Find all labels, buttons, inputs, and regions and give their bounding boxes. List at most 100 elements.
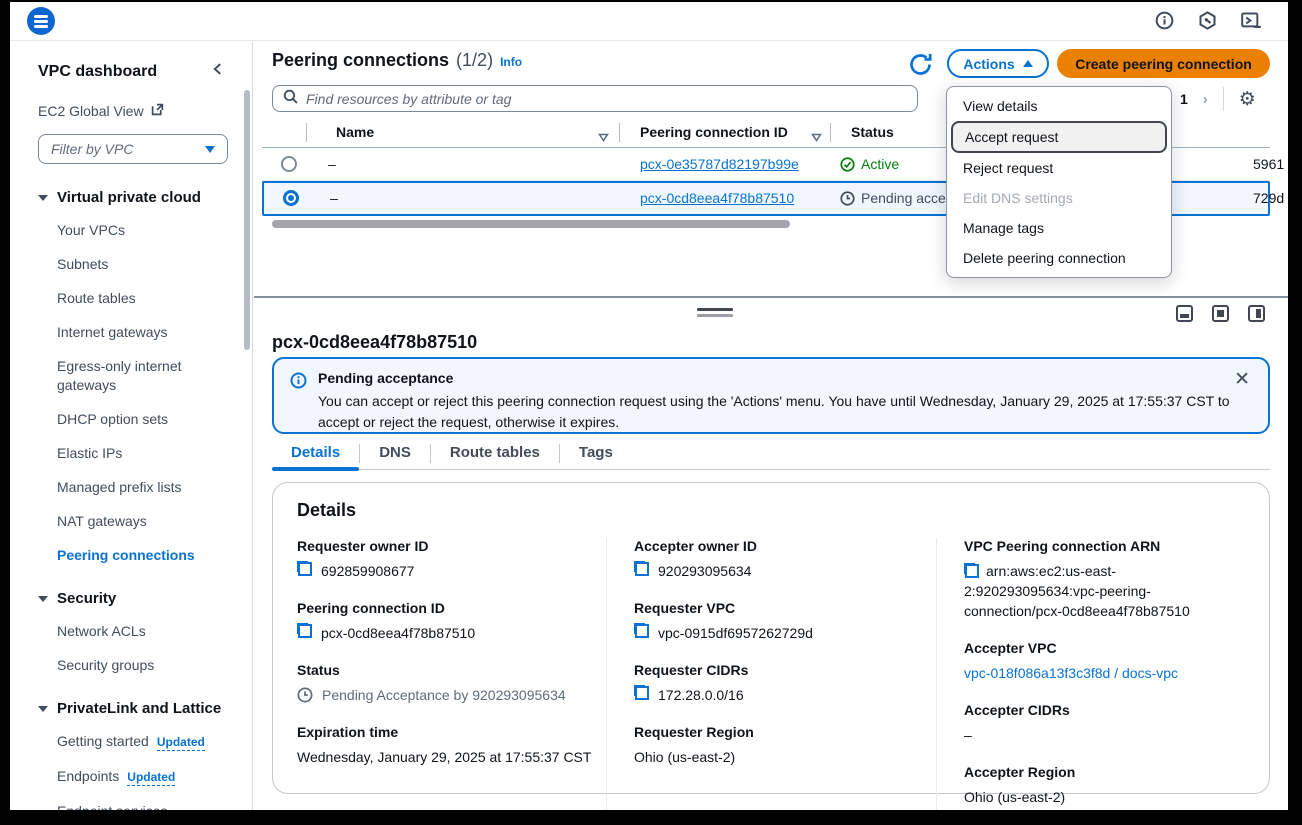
- panel-layout-controls: [1176, 305, 1265, 322]
- tab-dns[interactable]: DNS: [360, 442, 430, 470]
- sidebar-item-internet-gateways[interactable]: Internet gateways: [57, 323, 243, 342]
- resource-count: (1/2): [456, 50, 493, 71]
- menu-item-delete-peering-connection[interactable]: Delete peering connection: [947, 243, 1171, 273]
- sort-icon-peering-connection-id[interactable]: [811, 129, 822, 147]
- sidebar-item-endpoint-services[interactable]: Endpoint services: [57, 802, 243, 810]
- field-label: Peering connection ID: [297, 600, 606, 616]
- sidebar-item-route-tables[interactable]: Route tables: [57, 289, 243, 308]
- field-label: Requester VPC: [634, 600, 936, 616]
- section-label: PrivateLink and Lattice: [57, 700, 221, 717]
- sidebar-item-elastic-ips[interactable]: Elastic IPs: [57, 444, 243, 463]
- sidebar-item-security-groups[interactable]: Security groups: [57, 656, 243, 675]
- sidebar-item-ec2-global-view[interactable]: EC2 Global View: [38, 103, 252, 119]
- status-label: Active: [861, 156, 899, 172]
- pending-acceptance-alert: Pending acceptance You can accept or rej…: [272, 357, 1270, 434]
- selected-resource-title: pcx-0cd8eea4f78b87510: [272, 332, 477, 353]
- copy-icon[interactable]: [964, 563, 979, 578]
- sidebar-item-endpoints[interactable]: Endpoints Updated: [57, 767, 243, 787]
- item-label: Getting started: [57, 733, 149, 749]
- create-peering-connection-button[interactable]: Create peering connection: [1057, 49, 1270, 78]
- peering-connection-link[interactable]: pcx-0e35787d82197b99e: [640, 156, 799, 172]
- copy-icon[interactable]: [634, 561, 649, 576]
- external-link-icon: [151, 103, 164, 119]
- copy-icon[interactable]: [634, 685, 649, 700]
- sidebar-scrollbar[interactable]: [244, 90, 250, 350]
- sidebar-section-privatelink-and-lattice[interactable]: PrivateLink and Lattice: [38, 700, 252, 717]
- tab-route-tables[interactable]: Route tables: [431, 442, 559, 470]
- copy-icon[interactable]: [297, 561, 312, 576]
- search-box: [272, 85, 918, 112]
- sidebar-item-your-vpcs[interactable]: Your VPCs: [57, 221, 243, 240]
- ec2-global-view-label: EC2 Global View: [38, 103, 144, 119]
- column-header-status[interactable]: Status: [851, 124, 894, 140]
- status-active: Active: [840, 156, 899, 172]
- section-expand-icon: [38, 706, 48, 712]
- hamburger-menu-button[interactable]: [27, 7, 55, 35]
- menu-item-view-details[interactable]: View details: [947, 91, 1171, 121]
- sidebar-item-subnets[interactable]: Subnets: [57, 255, 243, 274]
- table-settings-gear-icon[interactable]: ⚙: [1239, 90, 1256, 109]
- refresh-button[interactable]: [907, 51, 934, 78]
- menu-item-accept-request[interactable]: Accept request: [951, 121, 1167, 153]
- split-panel-side-icon[interactable]: [1248, 305, 1265, 322]
- clock-icon: [297, 687, 313, 703]
- field-label: Accepter VPC: [964, 640, 1246, 656]
- split-panel-center-icon[interactable]: [1212, 305, 1229, 322]
- clock-icon: [840, 191, 855, 206]
- sidebar-item-dhcp-option-sets[interactable]: DHCP option sets: [57, 410, 243, 429]
- sort-icon-name[interactable]: [598, 129, 609, 147]
- actions-button[interactable]: Actions: [947, 49, 1049, 78]
- tab-tags[interactable]: Tags: [560, 442, 632, 470]
- filter-by-vpc-dropdown[interactable]: Filter by VPC: [38, 134, 228, 164]
- field-value: Ohio (us-east-2): [964, 787, 1065, 807]
- cell-name: –: [330, 190, 338, 206]
- copy-icon[interactable]: [634, 623, 649, 638]
- status-pending: Pending acce: [840, 190, 946, 206]
- current-page: 1: [1180, 91, 1188, 107]
- split-panel-drag-handle[interactable]: [697, 308, 733, 320]
- peering-connection-link[interactable]: pcx-0cd8eea4f78b87510: [640, 190, 794, 206]
- menu-item-reject-request[interactable]: Reject request: [947, 153, 1171, 183]
- sidebar-item-nat-gateways[interactable]: NAT gateways: [57, 512, 243, 531]
- search-input[interactable]: [306, 91, 907, 107]
- row-radio-unselected[interactable]: [281, 156, 297, 172]
- field-value: 920293095634: [658, 561, 751, 581]
- info-circle-icon: [290, 372, 307, 394]
- copy-icon[interactable]: [297, 623, 312, 638]
- sidebar-item-network-acls[interactable]: Network ACLs: [57, 622, 243, 641]
- tab-details[interactable]: Details: [272, 442, 359, 470]
- sidebar-item-managed-prefix-lists[interactable]: Managed prefix lists: [57, 478, 243, 497]
- amazon-q-icon[interactable]: [1198, 11, 1217, 30]
- column-header-name[interactable]: Name: [336, 124, 374, 140]
- field-value: arn:aws:ec2:us-east-2:920293095634:vpc-p…: [964, 563, 1190, 619]
- accepter-vpc-link[interactable]: vpc-018f086a13f3c3f8d / docs-vpc: [964, 663, 1178, 683]
- info-icon[interactable]: [1155, 11, 1174, 30]
- info-link[interactable]: Info: [500, 55, 522, 69]
- sidebar-item-getting-started[interactable]: Getting startedUpdated: [57, 732, 243, 752]
- menu-item-manage-tags[interactable]: Manage tags: [947, 213, 1171, 243]
- check-circle-icon: [840, 157, 855, 172]
- updated-badge: Updated: [127, 770, 175, 786]
- main-content: Peering connections (1/2) Info Actions C…: [254, 42, 1288, 810]
- horizontal-scrollbar[interactable]: [272, 220, 790, 228]
- sidebar-section-security[interactable]: Security: [38, 590, 252, 607]
- search-icon: [283, 89, 298, 109]
- field-label: Status: [297, 662, 606, 678]
- field-value: Pending Acceptance by 920293095634: [322, 685, 566, 705]
- pagination: 1 › ⚙: [1180, 87, 1256, 111]
- row-radio-selected[interactable]: [283, 190, 299, 206]
- section-expand-icon: [38, 596, 48, 602]
- sidebar-section-virtual-private-cloud[interactable]: Virtual private cloud: [38, 189, 252, 206]
- sidebar-item-peering-connections[interactable]: Peering connections: [57, 546, 243, 565]
- details-column-2: Accepter owner ID 920293095634 Requester…: [606, 538, 936, 810]
- cloudshell-icon[interactable]: [1241, 11, 1262, 30]
- split-panel-bottom-icon[interactable]: [1176, 305, 1193, 322]
- close-icon[interactable]: ✕: [1234, 368, 1250, 391]
- section-expand-icon: [38, 195, 48, 201]
- collapse-sidebar-icon[interactable]: [211, 62, 224, 81]
- next-page-icon[interactable]: ›: [1203, 91, 1208, 108]
- item-label: Endpoints: [57, 768, 119, 784]
- sidebar-item-egress-only-internet-gateways[interactable]: Egress-only internet gateways: [57, 357, 243, 395]
- column-header-peering-connection-id[interactable]: Peering connection ID: [640, 124, 788, 140]
- field-label: Requester owner ID: [297, 538, 606, 554]
